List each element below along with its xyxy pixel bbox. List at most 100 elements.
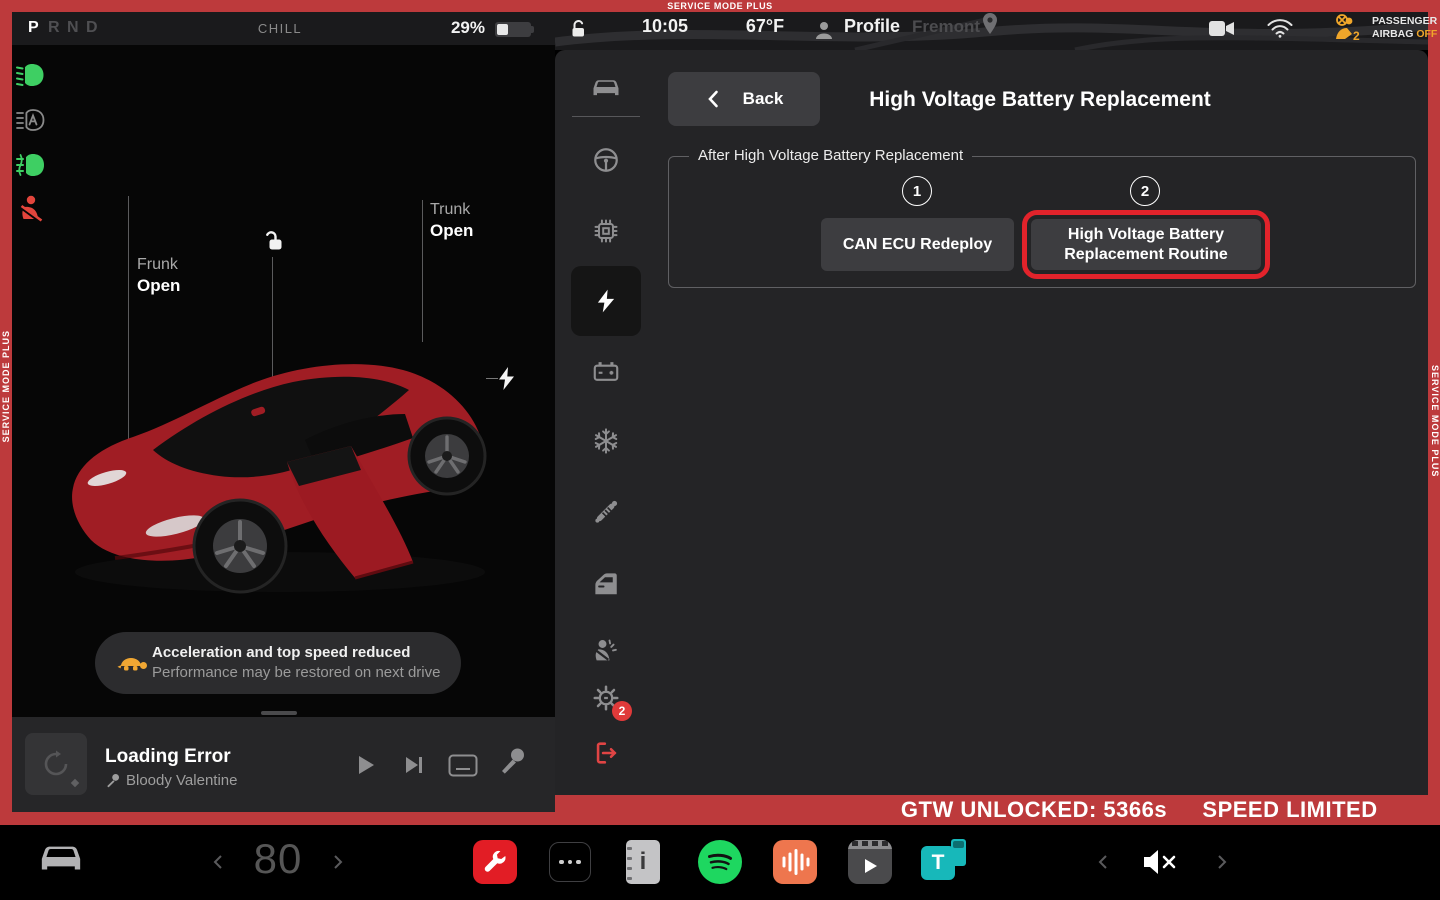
seatbelt-warning-icon: [18, 195, 46, 230]
speed-limited-text: SPEED LIMITED: [1200, 797, 1380, 823]
unlocked-icon[interactable]: [260, 229, 284, 258]
low-beam-icon: [16, 62, 48, 93]
car-icon: [38, 839, 84, 875]
airbag-off-word: OFF: [1416, 28, 1437, 40]
trunk-callout: Trunk Open: [430, 201, 473, 241]
step-2-number: 2: [1130, 176, 1160, 206]
service-mode-label-left: SERVICE MODE PLUS: [1, 330, 11, 442]
media-subtitle-row: Bloody Valentine: [105, 772, 237, 789]
logout-icon: [592, 739, 620, 767]
clock: 10:05: [625, 16, 705, 37]
trunk-state: Open: [430, 221, 473, 241]
next-track-icon[interactable]: [402, 753, 426, 782]
sidebar-item-exit-service[interactable]: [571, 725, 641, 781]
wifi-icon[interactable]: [1266, 17, 1294, 44]
media-drag-handle[interactable]: [261, 711, 297, 715]
album-art[interactable]: [25, 733, 87, 795]
camera-icon[interactable]: [1208, 19, 1236, 43]
chip-icon: [592, 217, 620, 245]
car-controls-button[interactable]: [38, 839, 84, 880]
svg-text:2: 2: [1353, 29, 1360, 41]
profile-button[interactable]: Profile: [844, 16, 900, 37]
back-button[interactable]: Back: [668, 72, 820, 126]
map-pin-icon: [981, 12, 999, 41]
sidebar-item-suspension[interactable]: [571, 484, 641, 540]
routine-group-label: After High Voltage Battery Replacement: [689, 147, 972, 164]
performance-alert: Acceleration and top speed reduced Perfo…: [95, 632, 461, 694]
snowflake-icon: [592, 427, 620, 455]
media-player: Loading Error Bloody Valentine: [12, 717, 555, 812]
airbag-line2: AIRBAG OFF: [1372, 28, 1437, 41]
sidebar-item-service-alerts[interactable]: 2: [571, 670, 641, 726]
play-icon[interactable]: [354, 753, 378, 782]
can-ecu-redeploy-button[interactable]: CAN ECU Redeploy: [821, 218, 1014, 271]
airbag-line1: PASSENGER: [1372, 15, 1437, 28]
sidebar-item-closures[interactable]: [571, 555, 641, 611]
service-mode-label-top: SERVICE MODE PLUS: [667, 1, 773, 11]
contacts-app-button[interactable]: i: [626, 840, 660, 884]
driver-temp-value[interactable]: 80: [243, 835, 313, 883]
service-window: 2 Back High Voltage Battery Replacement …: [555, 50, 1428, 795]
microphone-icon: [105, 773, 120, 788]
sidebar-item-low-voltage[interactable]: [571, 343, 641, 399]
all-apps-button[interactable]: [549, 842, 591, 882]
lyrics-card-icon[interactable]: [448, 754, 478, 782]
dot: [559, 860, 564, 865]
play-icon: [861, 857, 879, 875]
contacts-glyph: i: [640, 848, 647, 876]
lock-open-icon[interactable]: [567, 18, 589, 45]
gear-d: D: [86, 19, 98, 37]
tesla-service-screen: SERVICE MODE PLUS SERVICE MODE PLUS SERV…: [0, 0, 1440, 900]
t-app-button[interactable]: T: [921, 846, 971, 886]
spotify-app-button[interactable]: [698, 840, 742, 884]
karaoke-mic-icon[interactable]: [498, 747, 526, 782]
chargeport-bolt-icon[interactable]: [499, 367, 514, 395]
dot: [576, 860, 581, 865]
battery-fill-level: [497, 24, 508, 35]
sidebar-item-steering[interactable]: [571, 132, 641, 188]
auto-high-beam-icon: [16, 107, 48, 138]
audio-app-button[interactable]: [773, 840, 817, 884]
temp-up-button[interactable]: [330, 850, 346, 879]
temp-down-button[interactable]: [210, 850, 226, 879]
media-next-button[interactable]: [1214, 850, 1230, 879]
vehicle-render[interactable]: [55, 320, 500, 598]
audio-waveform-icon: [780, 848, 810, 876]
t-app-battery: [951, 839, 966, 866]
bolt-icon: [593, 288, 619, 314]
spotify-icon: [698, 840, 742, 884]
hv-battery-routine-button[interactable]: High Voltage Battery Replacement Routine: [1031, 219, 1261, 270]
video-app-button[interactable]: [848, 840, 892, 884]
dot: [568, 860, 573, 865]
airbag-warning-icon: 2: [1332, 13, 1364, 46]
media-prev-button[interactable]: [1095, 850, 1111, 879]
alert-title: Acceleration and top speed reduced: [152, 644, 410, 661]
sidebar-item-vehicle-status[interactable]: [571, 59, 641, 115]
sidebar-item-high-voltage[interactable]: [571, 266, 641, 336]
outside-temperature[interactable]: 67°F: [733, 16, 797, 37]
frunk-label: Frunk: [137, 256, 180, 274]
dropdown-diamond-icon: [69, 777, 81, 789]
step-1-number: 1: [902, 176, 932, 206]
binding-ring: [627, 857, 632, 860]
drive-mode-label: CHILL: [240, 21, 320, 36]
sidebar-divider: [572, 116, 640, 117]
media-subtitle: Bloody Valentine: [126, 772, 237, 789]
gear-p: P: [28, 19, 39, 37]
service-mode-banner-top: SERVICE MODE PLUS: [0, 0, 1440, 12]
volume-mute-button[interactable]: [1140, 844, 1182, 885]
frunk-callout: Frunk Open: [137, 256, 180, 296]
binding-ring: [627, 867, 632, 870]
suspension-icon: [592, 498, 620, 526]
service-app-button[interactable]: [473, 840, 517, 884]
fog-light-icon: [16, 152, 48, 183]
person-icon: [812, 18, 836, 47]
sidebar-item-ecu[interactable]: [571, 203, 641, 259]
sidebar-item-thermal[interactable]: [571, 413, 641, 469]
binding-ring: [627, 847, 632, 850]
film-strip: [848, 840, 892, 849]
rear-wheel: [409, 418, 485, 494]
airbag-status-text: PASSENGER AIRBAG OFF: [1372, 15, 1437, 41]
car-icon: [591, 75, 621, 99]
steering-wheel-icon: [592, 146, 620, 174]
